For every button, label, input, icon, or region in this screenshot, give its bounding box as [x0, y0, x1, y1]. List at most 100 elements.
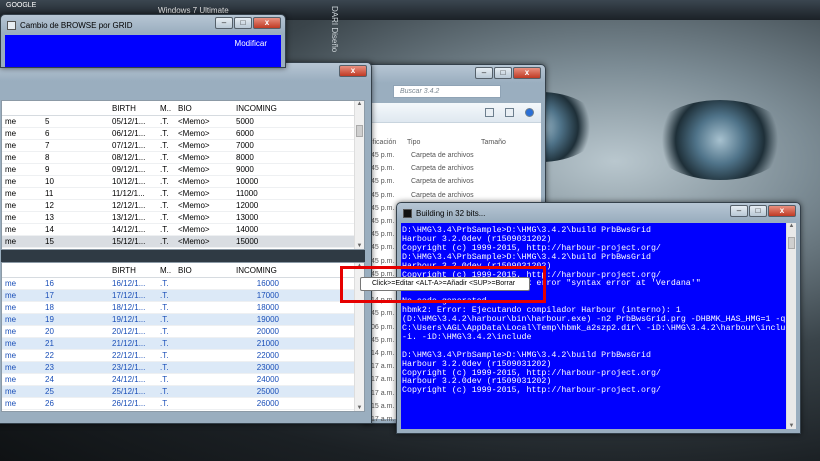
scroll-up-icon[interactable]: ▲	[355, 101, 364, 107]
table-cell: .T.	[160, 117, 169, 126]
table-cell: <Memo>	[178, 165, 210, 174]
table-row[interactable]: me 23 23/12/1... .T. 23000	[2, 362, 364, 374]
file-row[interactable]: 45 p.m. Carpeta de archivos	[371, 165, 474, 178]
file-type: Carpeta de archivos	[411, 152, 474, 159]
desktop-shortcut[interactable]: GOOGLE	[6, 2, 36, 10]
view-options-icon[interactable]	[485, 108, 494, 117]
table-cell: .T.	[160, 141, 169, 150]
preview-pane-icon[interactable]	[505, 108, 514, 117]
table-cell: 12/12/1...	[112, 201, 146, 210]
grid-window: x BIRTH M.. BIO INCOMING me 5 05/12/1... .T…	[0, 62, 372, 424]
table-cell: .T.	[160, 213, 169, 222]
col-header-incoming[interactable]: INCOMING	[233, 104, 293, 113]
col-header-bio[interactable]: BIO	[175, 104, 233, 113]
table-cell: 13/12/1...	[112, 213, 146, 222]
close-button[interactable]: x	[513, 67, 541, 79]
grid-bottom[interactable]: BIRTH M.. BIO INCOMING me 16 16/12/1... .T.…	[1, 262, 365, 412]
table-cell: .T.	[160, 375, 169, 384]
col-header-incoming[interactable]: INCOMING	[233, 266, 293, 275]
column-type[interactable]: Tipo	[407, 139, 420, 146]
close-button[interactable]: x	[768, 205, 796, 217]
table-row[interactable]: me 26 26/12/1... .T. 26000	[2, 398, 364, 410]
table-row[interactable]: me 8 08/12/1... .T. <Memo> 8000	[2, 152, 364, 164]
vertical-scrollbar[interactable]: ▲ ▼	[354, 101, 364, 249]
scroll-up-icon[interactable]: ▲	[787, 223, 796, 229]
table-cell: me	[5, 303, 17, 312]
column-date[interactable]: ificación	[371, 139, 396, 146]
col-header-birth[interactable]: BIRTH	[109, 266, 157, 275]
table-cell: 20	[45, 327, 54, 336]
table-cell: 22/12/1...	[112, 351, 146, 360]
close-button[interactable]: x	[339, 65, 367, 77]
table-row[interactable]: me 21 21/12/1... .T. 21000	[2, 338, 364, 350]
table-cell: 13000	[236, 213, 259, 222]
table-cell: <Memo>	[178, 213, 210, 222]
table-row[interactable]: me 7 07/12/1... .T. <Memo> 7000	[2, 140, 364, 152]
table-row[interactable]: me 20 20/12/1... .T. 20000	[2, 326, 364, 338]
table-row[interactable]: me 17 17/12/1... .T. 17000	[2, 290, 364, 302]
table-row[interactable]: me 6 06/12/1... .T. <Memo> 6000	[2, 128, 364, 140]
table-row[interactable]: me 9 09/12/1... .T. <Memo> 9000	[2, 164, 364, 176]
table-row[interactable]: me 5 05/12/1... .T. <Memo> 5000	[2, 116, 364, 128]
table-row[interactable]: me 14 14/12/1... .T. <Memo> 14000	[2, 224, 364, 236]
minimize-button[interactable]: –	[475, 67, 493, 79]
col-header-birth[interactable]: BIRTH	[109, 104, 157, 113]
table-row[interactable]: me 25 25/12/1... .T. 25000	[2, 386, 364, 398]
table-cell: 23000	[256, 363, 279, 372]
table-cell: .T.	[160, 303, 169, 312]
table-row[interactable]: me 19 19/12/1... .T. 19000	[2, 314, 364, 326]
table-row[interactable]: me 13 13/12/1... .T. <Memo> 13000	[2, 212, 364, 224]
table-cell: 6	[45, 129, 50, 138]
vertical-scrollbar[interactable]: ▲ ▼	[786, 223, 796, 429]
col-header-married[interactable]: M..	[157, 266, 175, 275]
minimize-button[interactable]: –	[730, 205, 748, 217]
col-header-married[interactable]: M..	[157, 104, 175, 113]
console-line: -i. -iD:\HMG\3.4.2\include	[402, 332, 532, 342]
table-cell: 08/12/1...	[112, 153, 146, 162]
table-cell: me	[5, 117, 17, 126]
scroll-down-icon[interactable]: ▼	[355, 405, 364, 411]
modificar-button[interactable]: Modificar	[235, 39, 267, 48]
scroll-thumb[interactable]	[788, 237, 795, 249]
table-row[interactable]: me 24 24/12/1... .T. 24000	[2, 374, 364, 386]
table-cell: me	[5, 375, 17, 384]
table-cell: .T.	[160, 225, 169, 234]
file-row[interactable]: 45 p.m. Carpeta de archivos	[371, 178, 474, 191]
maximize-button[interactable]: □	[234, 17, 252, 29]
maximize-button[interactable]: □	[494, 67, 512, 79]
table-cell: 05/12/1...	[112, 117, 146, 126]
table-cell: 21	[45, 339, 54, 348]
table-cell: 24/12/1...	[112, 375, 146, 384]
file-row[interactable]: 45 p.m. Carpeta de archivos	[371, 152, 474, 165]
column-size[interactable]: Tamaño	[481, 139, 506, 146]
table-cell: 24	[45, 375, 54, 384]
col-header-bio[interactable]: BIO	[175, 266, 233, 275]
scroll-down-icon[interactable]: ▼	[787, 423, 796, 429]
search-input[interactable]: Buscar 3.4.2	[393, 85, 501, 98]
grid-splitter	[1, 250, 365, 262]
table-row[interactable]: me 16 16/12/1... .T. 16000	[2, 278, 364, 290]
grid-top[interactable]: BIRTH M.. BIO INCOMING me 5 05/12/1... .T. <…	[1, 100, 365, 250]
scroll-thumb[interactable]	[356, 125, 363, 137]
table-row[interactable]: me 22 22/12/1... .T. 22000	[2, 350, 364, 362]
table-row[interactable]: me 10 10/12/1... .T. <Memo> 10000	[2, 176, 364, 188]
table-row[interactable]: me 12 12/12/1... .T. <Memo> 12000	[2, 200, 364, 212]
table-cell: 15000	[236, 237, 259, 246]
minimize-button[interactable]: –	[215, 17, 233, 29]
window-title: Cambio de BROWSE por GRID	[20, 20, 133, 30]
grid-header: BIRTH M.. BIO INCOMING	[2, 263, 364, 278]
window-controls: – □ x	[215, 17, 281, 29]
table-row[interactable]: me 11 11/12/1... .T. <Memo> 11000	[2, 188, 364, 200]
scroll-down-icon[interactable]: ▼	[355, 243, 364, 249]
help-icon[interactable]	[525, 108, 534, 117]
table-cell: 07/12/1...	[112, 141, 146, 150]
table-cell: 7000	[236, 141, 254, 150]
table-row[interactable]: me 15 15/12/1... .T. <Memo> 15000	[2, 236, 364, 248]
close-button[interactable]: x	[253, 17, 281, 29]
maximize-button[interactable]: □	[749, 205, 767, 217]
table-row[interactable]: me 18 18/12/1... .T. 18000	[2, 302, 364, 314]
table-cell: me	[5, 153, 17, 162]
file-date: 45 p.m.	[371, 165, 395, 173]
console-output[interactable]: D:\HMG\3.4\PrbSample>D:\HMG\3.4.2\build …	[401, 223, 796, 429]
table-cell: <Memo>	[178, 177, 210, 186]
